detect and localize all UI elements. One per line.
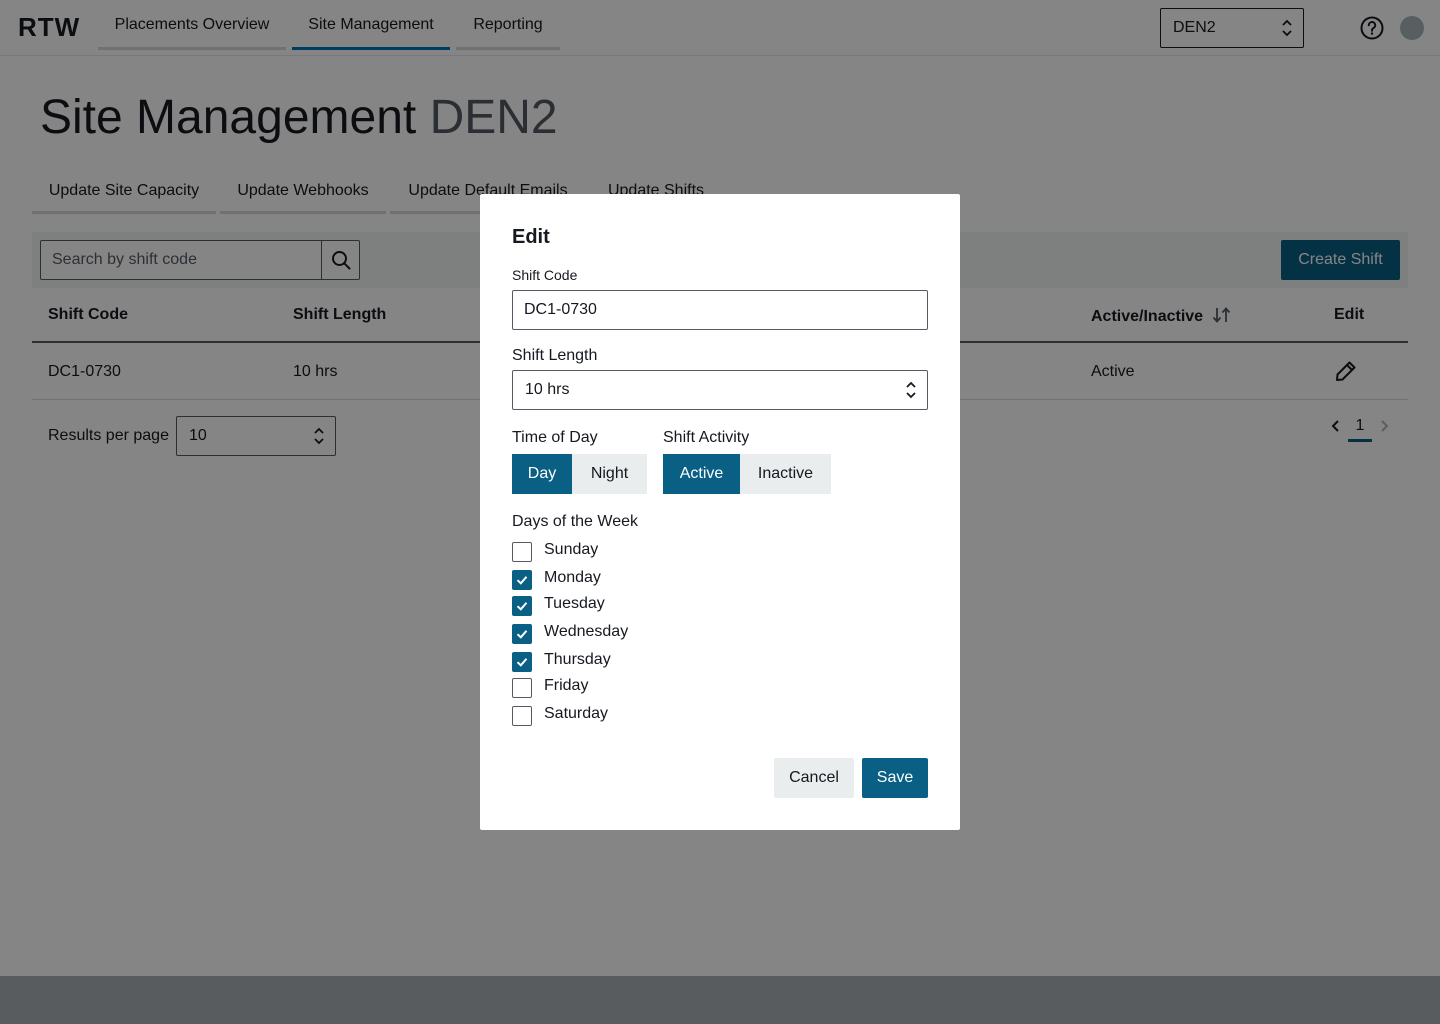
time-of-day-day-button[interactable]: Day <box>512 454 572 494</box>
checkbox-label: Friday <box>544 677 589 694</box>
shift-length-value: 10 hrs <box>525 381 570 398</box>
updown-chevron-icon <box>906 381 916 399</box>
checkbox-label: Thursday <box>544 651 611 668</box>
days-of-week-label: Days of the Week <box>512 513 638 530</box>
shift-code-field <box>512 290 928 330</box>
shift-activity-inactive-button[interactable]: Inactive <box>740 454 831 494</box>
checkmark-icon <box>516 658 528 667</box>
checkbox-label: Saturday <box>544 705 609 722</box>
checkbox-label: Monday <box>544 569 601 586</box>
shift-activity-active-button[interactable]: Active <box>663 454 740 494</box>
checkmark-icon <box>516 576 528 585</box>
shift-activity-label: Shift Activity <box>663 429 750 446</box>
shift-length-label: Shift Length <box>512 347 598 364</box>
shift-code-input[interactable] <box>513 291 927 329</box>
time-of-day-night-button[interactable]: Night <box>572 454 647 494</box>
checkbox[interactable] <box>512 706 532 726</box>
checkbox-label: Tuesday <box>544 595 605 612</box>
edit-shift-modal: Edit Shift Code Shift Length 10 hrs Time… <box>480 194 960 830</box>
checkbox[interactable] <box>512 542 532 562</box>
checkmark-icon <box>516 602 528 611</box>
checkmark-icon <box>516 630 528 639</box>
cancel-button[interactable]: Cancel <box>774 758 854 798</box>
shift-length-select[interactable]: 10 hrs <box>512 370 928 410</box>
checkbox-checked[interactable] <box>512 624 532 644</box>
checkbox-checked[interactable] <box>512 652 532 672</box>
checkbox[interactable] <box>512 678 532 698</box>
checkbox-checked[interactable] <box>512 570 532 590</box>
checkbox-label: Wednesday <box>544 623 629 640</box>
shift-code-label: Shift Code <box>512 267 578 283</box>
save-button[interactable]: Save <box>862 758 928 798</box>
time-of-day-label: Time of Day <box>512 429 598 446</box>
checkbox-label: Sunday <box>544 541 599 558</box>
checkbox-checked[interactable] <box>512 596 532 616</box>
modal-title: Edit <box>512 226 550 248</box>
